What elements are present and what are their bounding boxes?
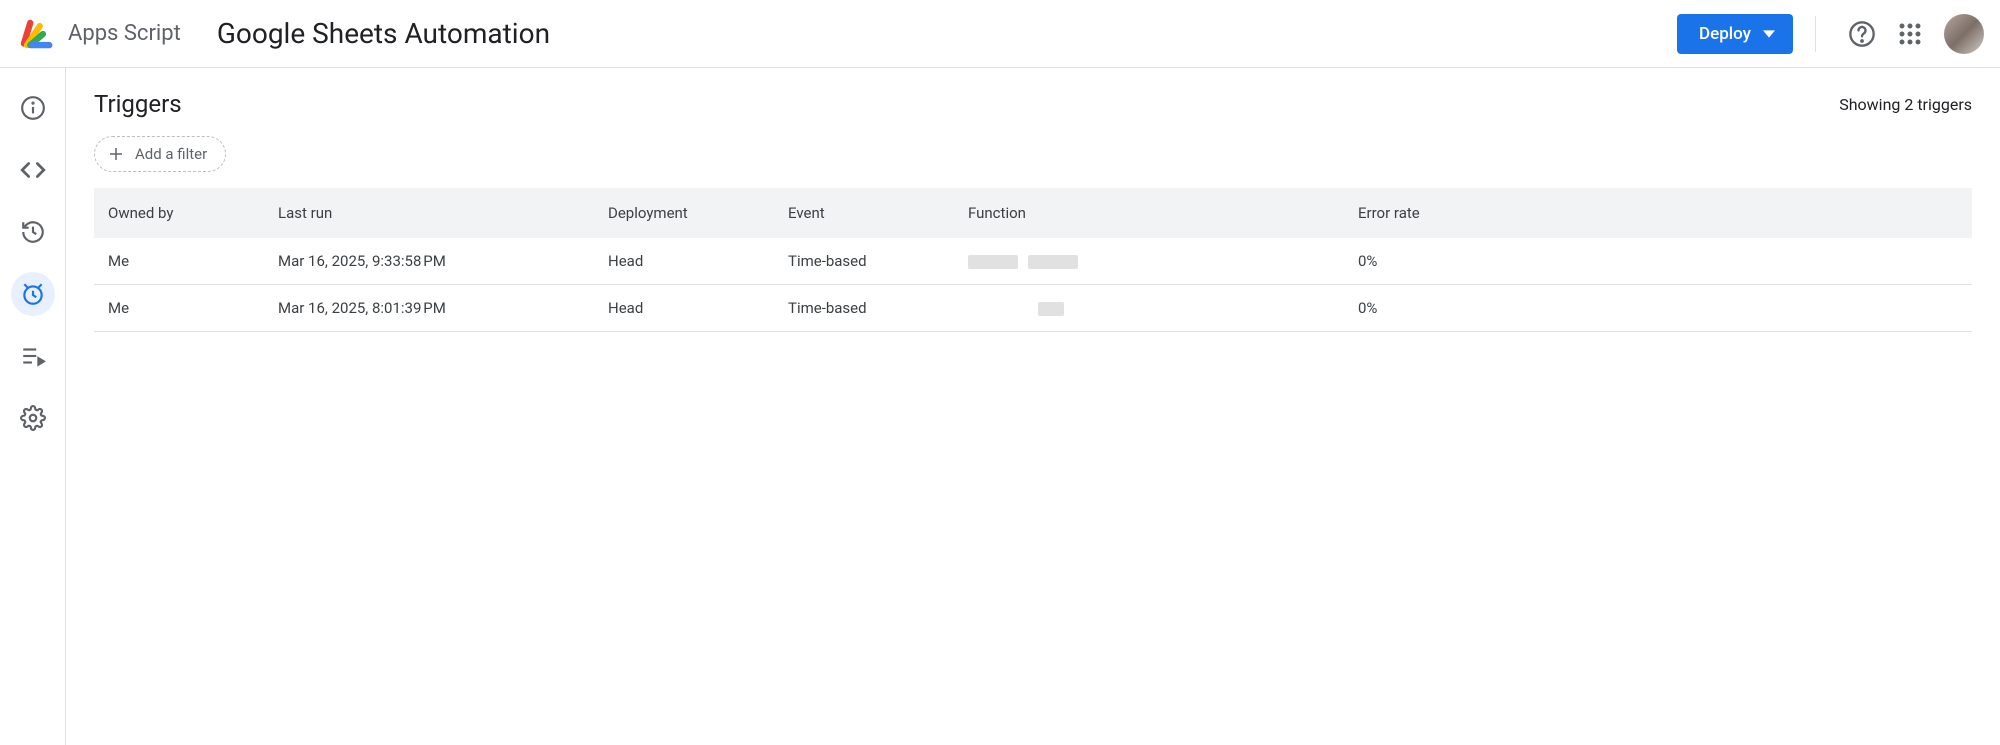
deploy-button[interactable]: Deploy [1677, 14, 1793, 54]
col-error-rate[interactable]: Error rate [1344, 188, 1972, 238]
logo-area[interactable]: Apps Script [16, 15, 181, 53]
history-icon [20, 219, 46, 245]
apps-grid-icon [1898, 22, 1922, 46]
google-apps-button[interactable] [1896, 20, 1924, 48]
gear-icon [20, 405, 46, 431]
cell-error-rate: 0% [1344, 285, 1972, 332]
table-row[interactable]: Me Mar 16, 2025, 8:01:39 PM Head Time-ba… [94, 285, 1972, 332]
cell-function [954, 285, 1344, 332]
app-header: Apps Script Google Sheets Automation Dep… [0, 0, 2000, 68]
main-content: Triggers Showing 2 triggers Add a filter… [66, 68, 2000, 745]
alarm-clock-icon [20, 281, 46, 307]
app-name: Apps Script [68, 21, 181, 46]
filter-label: Add a filter [135, 145, 207, 163]
divider [1815, 16, 1816, 52]
page-title: Triggers [94, 90, 182, 118]
help-icon [1848, 20, 1876, 48]
col-deployment[interactable]: Deployment [594, 188, 774, 238]
chevron-down-icon [1763, 28, 1775, 40]
cell-event: Time-based [774, 285, 954, 332]
info-icon [20, 95, 46, 121]
sidebar-editor[interactable] [11, 148, 55, 192]
sidebar-triggers[interactable] [11, 272, 55, 316]
table-header-row: Owned by Last run Deployment Event Funct… [94, 188, 1972, 238]
cell-owned-by: Me [94, 285, 264, 332]
sidebar [0, 68, 66, 745]
list-play-icon [20, 343, 46, 369]
account-avatar[interactable] [1944, 14, 1984, 54]
sidebar-libraries[interactable] [11, 334, 55, 378]
sidebar-overview[interactable] [11, 86, 55, 130]
add-filter-button[interactable]: Add a filter [94, 136, 226, 172]
cell-function [954, 238, 1344, 285]
col-last-run[interactable]: Last run [264, 188, 594, 238]
col-owned-by[interactable]: Owned by [94, 188, 264, 238]
deploy-label: Deploy [1699, 24, 1751, 44]
cell-deployment: Head [594, 238, 774, 285]
apps-script-logo-icon [16, 15, 54, 53]
code-icon [20, 157, 46, 183]
col-event[interactable]: Event [774, 188, 954, 238]
cell-error-rate: 0% [1344, 238, 1972, 285]
cell-event: Time-based [774, 238, 954, 285]
plus-icon [107, 145, 125, 163]
triggers-table: Owned by Last run Deployment Event Funct… [94, 188, 1972, 332]
cell-owned-by: Me [94, 238, 264, 285]
table-row[interactable]: Me Mar 16, 2025, 9:33:58 PM Head Time-ba… [94, 238, 1972, 285]
cell-last-run: Mar 16, 2025, 9:33:58 PM [264, 238, 594, 285]
cell-last-run: Mar 16, 2025, 8:01:39 PM [264, 285, 594, 332]
col-function[interactable]: Function [954, 188, 1344, 238]
trigger-count: Showing 2 triggers [1839, 95, 1972, 114]
sidebar-settings[interactable] [11, 396, 55, 440]
project-title[interactable]: Google Sheets Automation [217, 17, 550, 50]
sidebar-executions[interactable] [11, 210, 55, 254]
help-button[interactable] [1848, 20, 1876, 48]
cell-deployment: Head [594, 285, 774, 332]
